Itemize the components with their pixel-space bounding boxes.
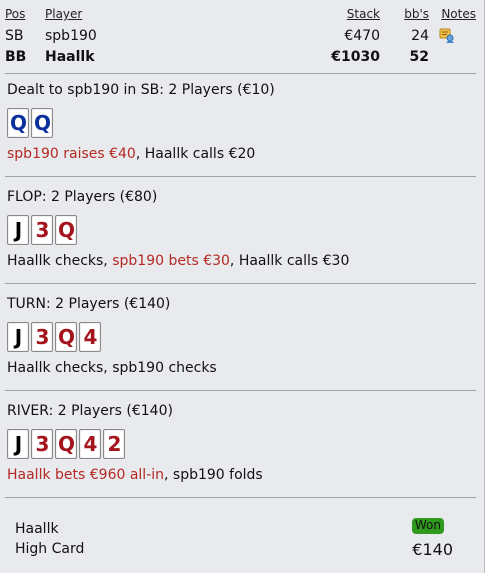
action-text: , Haallk calls €30 (229, 253, 350, 269)
playing-card: 4 (79, 429, 101, 459)
player-pos: SB (5, 28, 24, 44)
won-amount: €140 (412, 540, 453, 559)
playing-card: Q (31, 108, 53, 138)
player-name: Haallk (45, 49, 95, 65)
preflop-section: Dealt to spb190 in SB: 2 Players (€10) Q… (7, 82, 477, 162)
flop-title: FLOP: 2 Players (€80) (7, 189, 158, 205)
player-row: BB Haallk €1030 52 (5, 49, 480, 68)
playing-card: Q (7, 108, 29, 138)
player-stack: €470 (344, 28, 380, 44)
action-text: , spb190 folds (164, 467, 263, 483)
divider (5, 176, 476, 177)
header-stack[interactable]: Stack (347, 7, 380, 21)
playing-card: J (7, 322, 29, 352)
player-bb: 24 (411, 28, 429, 44)
preflop-title: Dealt to spb190 in SB: 2 Players (€10) (7, 82, 275, 98)
action-text: Haallk checks, spb190 checks (7, 360, 217, 376)
header-notes[interactable]: Notes (441, 7, 476, 21)
action-text: , Haallk calls €20 (135, 146, 256, 162)
hand-history-panel: Pos Player Stack bb's Notes SB spb190 €4… (0, 0, 485, 573)
playing-card: 3 (31, 322, 53, 352)
board-cards: J3Q (7, 215, 477, 245)
playing-card: 2 (103, 429, 125, 459)
result-summary: Haallk Won High Card €140 (15, 518, 465, 561)
divider (5, 73, 476, 74)
playing-card: 3 (31, 429, 53, 459)
action-text: Haallk checks, (7, 253, 113, 269)
playing-card: Q (55, 429, 77, 459)
player-stack: €1030 (331, 49, 380, 65)
hero-action-text: spb190 raises €40 (7, 146, 136, 162)
player-name: spb190 (45, 28, 97, 44)
river-action: Haallk bets €960 all-in, spb190 folds (7, 467, 477, 483)
board-cards: J3Q42 (7, 429, 477, 459)
preflop-action: spb190 raises €40, Haallk calls €20 (7, 146, 477, 162)
divider (5, 283, 476, 284)
divider (5, 497, 476, 498)
hole-cards: QQ (7, 108, 477, 138)
playing-card: J (7, 215, 29, 245)
player-pos: BB (5, 49, 27, 65)
divider (5, 390, 476, 391)
turn-section: TURN: 2 Players (€140) J3Q4 Haallk check… (7, 296, 477, 376)
playing-card: 3 (31, 215, 53, 245)
playing-card: Q (55, 215, 77, 245)
player-row: SB spb190 €470 24 (5, 28, 480, 47)
playing-card: 4 (79, 322, 101, 352)
header-player[interactable]: Player (45, 7, 82, 21)
players-table: Pos Player Stack bb's Notes SB spb190 €4… (5, 7, 480, 65)
hero-action-text: spb190 bets €30 (112, 253, 230, 269)
winner-name: Haallk (15, 521, 59, 537)
header-bb[interactable]: bb's (404, 7, 429, 21)
river-section: RIVER: 2 Players (€140) J3Q42 Haallk bet… (7, 403, 477, 483)
flop-section: FLOP: 2 Players (€80) J3Q Haallk checks,… (7, 189, 477, 269)
winning-hand: High Card (15, 541, 85, 557)
board-cards: J3Q4 (7, 322, 477, 352)
playing-card: Q (55, 322, 77, 352)
player-bb: 52 (409, 49, 429, 65)
header-pos[interactable]: Pos (5, 7, 25, 21)
flop-action: Haallk checks, spb190 bets €30, Haallk c… (7, 253, 477, 269)
players-table-header: Pos Player Stack bb's Notes (5, 7, 480, 26)
turn-action: Haallk checks, spb190 checks (7, 360, 477, 376)
player-note-icon[interactable] (439, 28, 455, 43)
won-badge: Won (411, 518, 444, 534)
hero-action-text: Haallk bets €960 all-in (7, 467, 165, 483)
river-title: RIVER: 2 Players (€140) (7, 403, 173, 419)
playing-card: J (7, 429, 29, 459)
turn-title: TURN: 2 Players (€140) (7, 296, 171, 312)
